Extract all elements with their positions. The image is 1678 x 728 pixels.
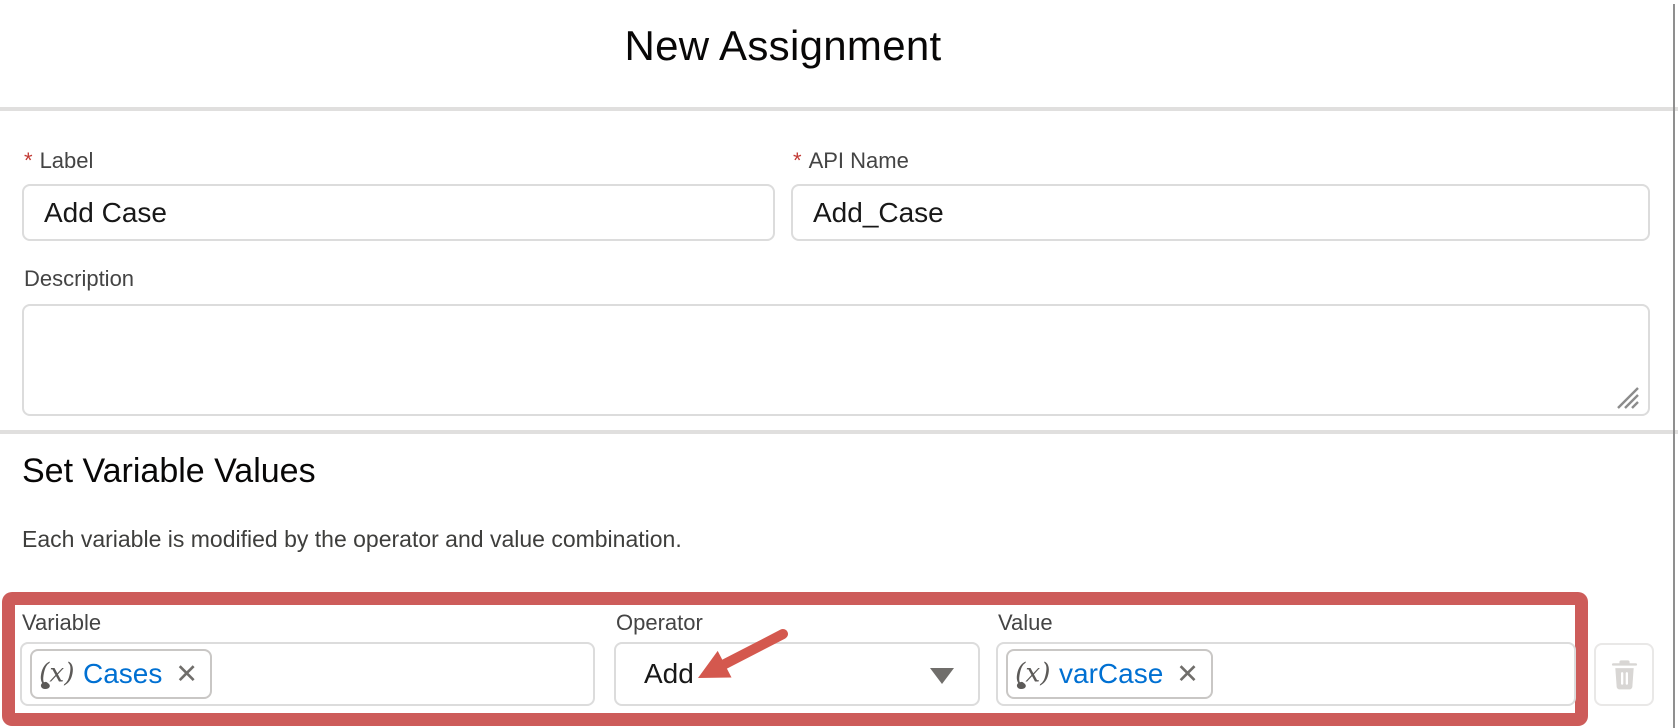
dialog-title: New Assignment <box>0 22 1566 70</box>
chevron-down-icon <box>930 668 954 684</box>
operator-label: Operator <box>616 610 703 636</box>
value-label: Value <box>998 610 1053 636</box>
panel-right-edge <box>1673 4 1675 728</box>
divider <box>0 430 1678 434</box>
section-description: Each variable is modified by the operato… <box>22 526 682 553</box>
value-pill[interactable]: (x) varCase ✕ <box>1006 649 1213 699</box>
value-combobox[interactable]: (x) varCase ✕ <box>996 642 1576 706</box>
value-pill-label: varCase <box>1059 658 1163 690</box>
operator-selected-value: Add <box>644 658 694 690</box>
resize-handle-icon[interactable] <box>1614 384 1640 410</box>
pill-remove-icon[interactable]: ✕ <box>175 661 198 688</box>
delete-row-button[interactable] <box>1594 643 1654 706</box>
variable-icon: (x) <box>1014 654 1050 694</box>
operator-select[interactable]: Add <box>614 642 980 706</box>
pill-remove-icon[interactable]: ✕ <box>1176 661 1199 688</box>
required-asterisk: * <box>793 148 802 173</box>
api-name-input[interactable] <box>791 184 1650 241</box>
description-label: Description <box>24 266 134 292</box>
required-asterisk: * <box>24 148 33 173</box>
label-field-label: *Label <box>24 148 93 174</box>
variable-icon: (x) <box>38 654 74 694</box>
section-heading: Set Variable Values <box>22 452 316 491</box>
variable-combobox[interactable]: (x) Cases ✕ <box>20 642 595 706</box>
variable-pill[interactable]: (x) Cases ✕ <box>30 649 212 699</box>
variable-label: Variable <box>22 610 101 636</box>
api-name-field-label: *API Name <box>793 148 909 174</box>
description-textarea[interactable] <box>22 304 1650 416</box>
new-assignment-dialog: New Assignment *Label *API Name Descript… <box>0 0 1678 728</box>
trash-icon <box>1610 658 1639 691</box>
divider <box>0 107 1678 111</box>
label-input[interactable] <box>22 184 775 241</box>
variable-pill-label: Cases <box>83 658 162 690</box>
